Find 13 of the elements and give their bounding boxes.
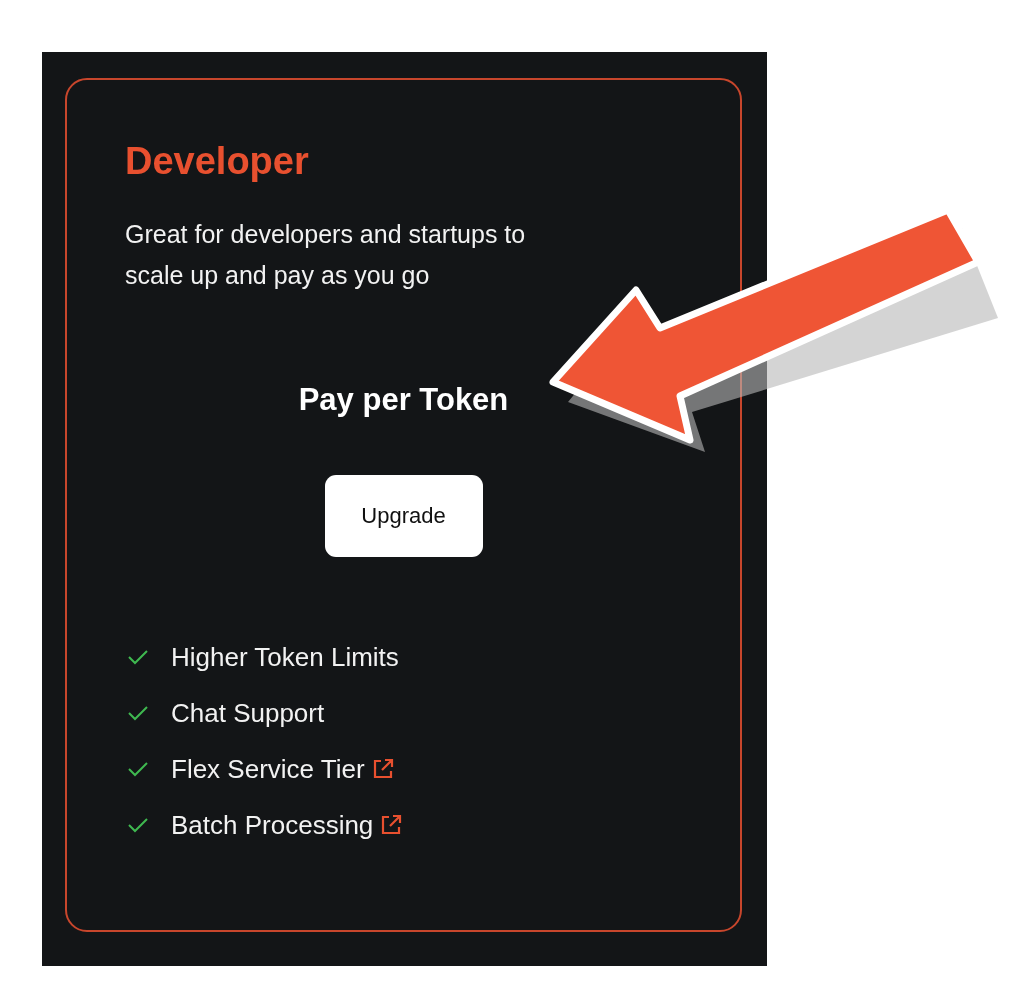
feature-label: Flex Service Tier	[171, 753, 365, 785]
plan-description: Great for developers and startups to scale up and pay as you go	[125, 219, 527, 291]
feature-label: Higher Token Limits	[171, 641, 399, 673]
plan-title: Developer	[125, 139, 309, 184]
feature-label: Chat Support	[171, 697, 325, 729]
check-icon	[127, 760, 149, 778]
check-icon	[127, 816, 149, 834]
external-link-icon[interactable]	[379, 813, 404, 837]
feature-label: Batch Processing	[171, 809, 374, 841]
check-icon	[127, 648, 149, 666]
upgrade-button[interactable]: Upgrade	[324, 475, 483, 557]
check-icon	[127, 704, 149, 722]
price-label: Pay per Token	[298, 381, 509, 419]
